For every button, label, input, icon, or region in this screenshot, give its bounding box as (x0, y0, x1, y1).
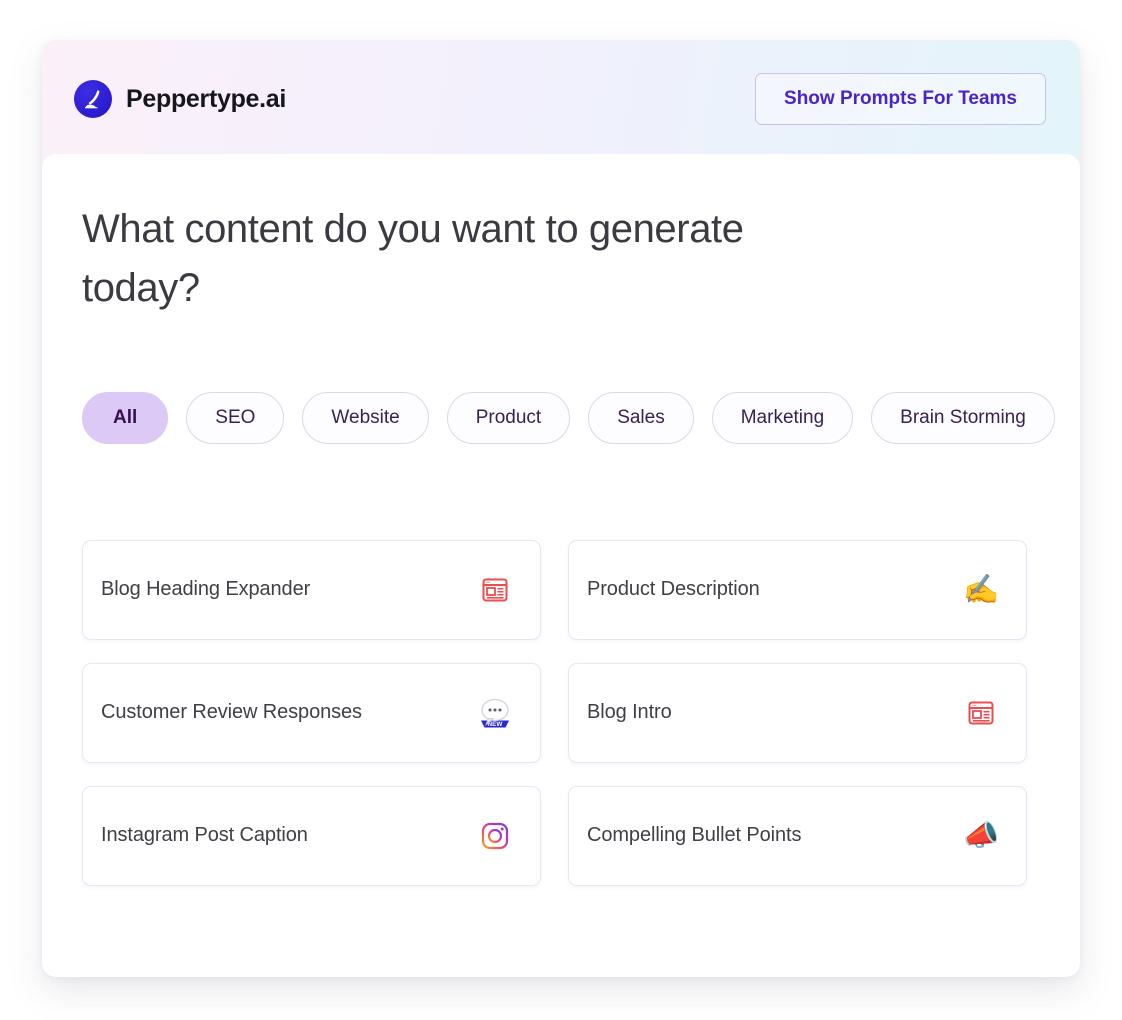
brand-logo[interactable]: Peppertype.ai (74, 80, 286, 118)
brand-name: Peppertype.ai (126, 84, 287, 113)
app-header: Peppertype.ai Show Prompts For Teams (42, 40, 1080, 158)
tool-card-customer-review-responses[interactable]: Customer Review Responses NEW (82, 662, 541, 763)
tool-card-label: Customer Review Responses (101, 701, 362, 724)
filter-chip-marketing[interactable]: Marketing (711, 391, 854, 444)
writing-hand-icon: ✍️ (962, 572, 1000, 607)
filter-chip-sales[interactable]: Sales (588, 391, 694, 444)
tool-card-blog-heading-expander[interactable]: Blog Heading Expander (82, 539, 541, 640)
content-panel: What content do you want to generate tod… (42, 154, 1080, 977)
filter-chip-website[interactable]: Website (302, 391, 429, 444)
svg-text:NEW: NEW (488, 721, 504, 728)
show-prompts-for-teams-button[interactable]: Show Prompts For Teams (755, 73, 1046, 125)
tool-card-instagram-post-caption[interactable]: Instagram Post Caption (82, 785, 541, 886)
megaphone-icon: 📣 (962, 818, 1000, 853)
newspaper-icon (476, 571, 514, 609)
tool-card-label: Product Description (587, 578, 760, 601)
newspaper-icon (962, 694, 1000, 732)
tool-card-label: Blog Intro (587, 701, 672, 724)
category-filter-bar: All SEO Website Product Sales Marketing … (82, 391, 1080, 444)
instagram-icon (476, 817, 514, 855)
speech-balloon-icon: NEW (476, 694, 514, 732)
filter-chip-product[interactable]: Product (446, 391, 571, 444)
filter-chip-brain-storming[interactable]: Brain Storming (871, 391, 1055, 444)
tool-card-grid: Blog Heading Expander Product Descriptio… (82, 539, 1080, 886)
page-title: What content do you want to generate tod… (82, 207, 744, 310)
feather-quill-icon (74, 80, 112, 118)
tool-card-compelling-bullet-points[interactable]: Compelling Bullet Points 📣 (568, 785, 1027, 886)
app-window: Peppertype.ai Show Prompts For Teams Wha… (42, 40, 1080, 977)
tool-card-blog-intro[interactable]: Blog Intro (568, 662, 1027, 763)
filter-chip-seo[interactable]: SEO (186, 391, 285, 444)
filter-chip-all[interactable]: All (82, 391, 169, 444)
tool-card-label: Compelling Bullet Points (587, 824, 802, 847)
tool-card-product-description[interactable]: Product Description ✍️ (568, 539, 1027, 640)
tool-card-label: Instagram Post Caption (101, 824, 308, 847)
tool-card-label: Blog Heading Expander (101, 578, 311, 601)
